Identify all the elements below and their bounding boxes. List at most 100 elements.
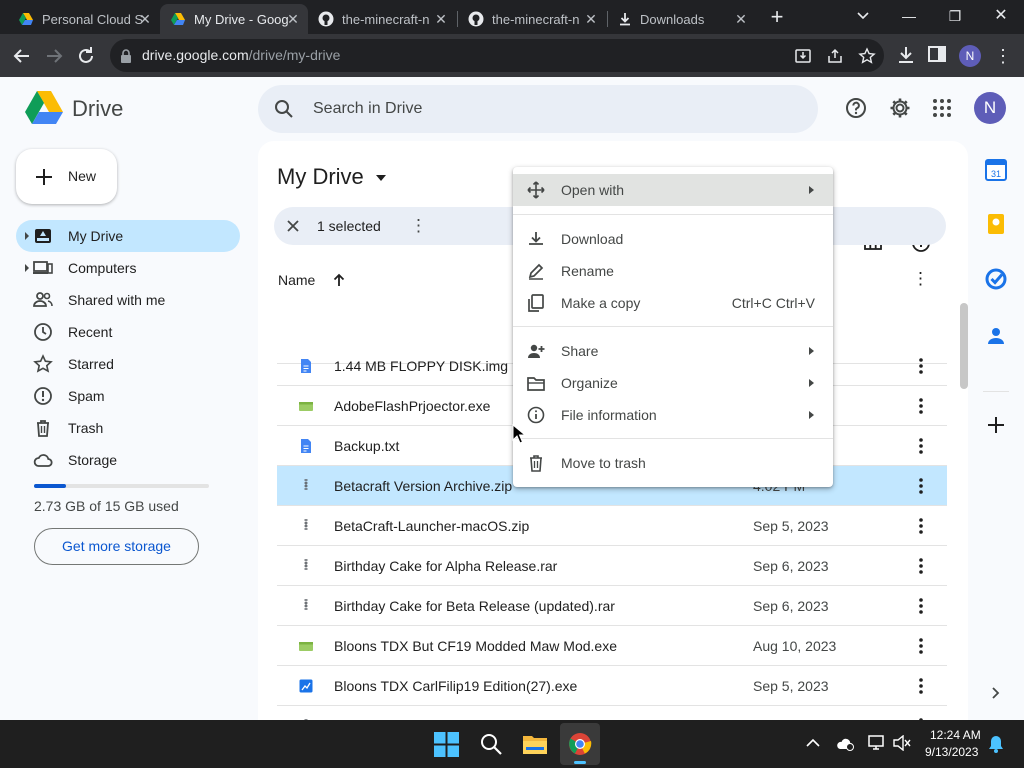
address-bar[interactable]: drive.google.com/drive/my-drive [110, 39, 884, 72]
row-more-actions-icon[interactable] [913, 356, 929, 376]
get-more-storage-button[interactable]: Get more storage [34, 528, 199, 565]
row-more-actions-icon[interactable] [913, 636, 929, 656]
restore-button[interactable]: ❐ [932, 0, 978, 32]
expand-caret-icon[interactable] [25, 232, 29, 240]
table-row[interactable]: Birthday Cake for Beta Release (updated)… [277, 586, 947, 626]
reload-button[interactable] [74, 44, 98, 68]
close-icon[interactable]: ✕ [584, 12, 598, 26]
menu-item-open-with[interactable]: Open with [513, 174, 833, 206]
table-row[interactable]: Bloons TDX CarlFilip19 Edition(27).exe Se… [277, 666, 947, 706]
row-more-actions-icon[interactable] [913, 476, 929, 496]
row-more-actions-icon[interactable] [913, 556, 929, 576]
taskbar-date[interactable]: 9/13/2023 [925, 745, 978, 759]
table-row[interactable]: BetaCraft-Launcher-macOS.zip Sep 5, 2023 [277, 506, 947, 546]
nav-my-drive[interactable]: My Drive [16, 220, 240, 252]
nav-recent[interactable]: Recent [16, 316, 240, 348]
sort-arrow-up-icon[interactable] [333, 273, 345, 287]
profile-avatar[interactable]: N [959, 45, 981, 67]
scrollbar-thumb[interactable] [960, 303, 968, 389]
row-more-actions-icon[interactable] [913, 396, 929, 416]
expand-side-panel-chevron-icon[interactable] [983, 680, 1009, 706]
submenu-arrow-icon [809, 411, 814, 419]
browser-menu-icon[interactable]: ⋮ [994, 45, 1012, 67]
back-button[interactable] [10, 44, 34, 68]
dropdown-caret-icon [375, 175, 386, 182]
open-with-icon [527, 181, 545, 199]
table-row[interactable]: Birthday Cake for Alpha Release.rar Sep 6… [277, 546, 947, 586]
nav-computers[interactable]: Computers [16, 252, 240, 284]
tab-github-2[interactable]: the-minecraft-n ✕ [458, 4, 606, 34]
search-icon[interactable] [274, 99, 294, 119]
row-more-actions-icon[interactable] [913, 516, 929, 536]
name-column-header[interactable]: Name [278, 272, 345, 288]
nav-starred[interactable]: Starred [16, 348, 240, 380]
volume-muted-icon[interactable] [893, 735, 911, 751]
notification-bell-icon[interactable] [988, 735, 1004, 753]
nav-shared-with-me[interactable]: Shared with me [16, 284, 240, 316]
keep-app-icon[interactable] [983, 211, 1009, 237]
tab-search-icon[interactable] [856, 8, 870, 22]
downloads-button[interactable] [895, 44, 919, 68]
network-display-icon[interactable] [868, 734, 886, 752]
side-panel-button[interactable] [927, 44, 951, 68]
expand-caret-icon[interactable] [25, 264, 29, 272]
close-window-button[interactable]: ✕ [978, 0, 1024, 32]
search-input[interactable]: Search in Drive [313, 100, 422, 118]
page-title[interactable]: My Drive [277, 164, 386, 190]
menu-item-file-information[interactable]: File information [513, 399, 833, 431]
help-icon[interactable] [845, 97, 867, 119]
selection-more-actions-icon[interactable]: ⋮ [410, 216, 427, 236]
chrome-taskbar-button[interactable] [560, 723, 600, 765]
file-explorer-icon[interactable] [522, 733, 548, 755]
menu-item-share[interactable]: Share [513, 335, 833, 367]
calendar-app-icon[interactable]: 31 [983, 157, 1009, 183]
table-row[interactable]: Build.zipSep 11, 2023 [277, 706, 947, 720]
menu-item-download[interactable]: Download [513, 223, 833, 255]
menu-item-rename[interactable]: Rename [513, 255, 833, 287]
search-bar[interactable]: Search in Drive [258, 85, 818, 133]
file-name: BetaCraft-Launcher-macOS.zip [334, 518, 530, 534]
tab-github-1[interactable]: the-minecraft-n ✕ [308, 4, 456, 34]
nav-trash[interactable]: Trash [16, 412, 240, 444]
share-page-icon[interactable] [826, 47, 844, 65]
list-more-options-icon[interactable]: ⋮ [912, 269, 929, 289]
tasks-app-icon[interactable] [983, 266, 1009, 292]
tab-personal-cloud[interactable]: Personal Cloud S ✕ [8, 4, 160, 34]
table-row[interactable]: Bloons TDX But CF19 Modded Maw Mod.exe Au… [277, 626, 947, 666]
taskbar-search-icon[interactable] [479, 732, 503, 756]
file-name: Bloons TDX CarlFilip19 Edition(27).exe [334, 678, 578, 694]
row-more-actions-icon[interactable] [913, 676, 929, 696]
onedrive-cloud-icon[interactable] [836, 735, 854, 751]
install-app-icon[interactable] [794, 47, 812, 65]
add-addon-plus-icon[interactable] [983, 412, 1009, 438]
menu-item-move-to-trash[interactable]: Move to trash [513, 447, 833, 479]
minimize-button[interactable]: — [886, 0, 932, 32]
arrow-left-icon [13, 49, 29, 63]
close-icon[interactable]: ✕ [286, 12, 300, 26]
clear-selection-close-icon[interactable] [287, 220, 299, 232]
show-hidden-icons-chevron-up-icon[interactable] [806, 738, 820, 748]
windows-start-icon[interactable] [434, 732, 459, 757]
apps-grid-icon[interactable] [932, 98, 952, 118]
bookmark-star-icon[interactable] [858, 47, 876, 65]
row-more-actions-icon[interactable] [913, 596, 929, 616]
close-icon[interactable]: ✕ [138, 12, 152, 26]
taskbar-time[interactable]: 12:24 AM [930, 728, 981, 742]
new-tab-button[interactable]: + [766, 6, 788, 28]
close-icon[interactable]: ✕ [734, 12, 748, 26]
tab-my-drive[interactable]: My Drive - Goog ✕ [160, 4, 308, 34]
menu-item-make-a-copy[interactable]: Make a copy Ctrl+C Ctrl+V [513, 287, 833, 319]
tab-downloads[interactable]: Downloads ✕ [608, 4, 756, 34]
google-drive-logo-icon[interactable] [25, 90, 63, 124]
row-more-actions-icon[interactable] [913, 436, 929, 456]
nav-storage[interactable]: Storage [16, 444, 240, 476]
account-avatar[interactable]: N [974, 92, 1006, 124]
google-drive-icon [19, 13, 33, 25]
contacts-app-icon[interactable] [983, 323, 1009, 349]
close-icon[interactable]: ✕ [434, 12, 448, 26]
forward-button[interactable] [42, 44, 66, 68]
new-button[interactable]: New [16, 149, 117, 204]
menu-item-organize[interactable]: Organize [513, 367, 833, 399]
nav-spam[interactable]: Spam [16, 380, 240, 412]
settings-gear-icon[interactable] [889, 97, 911, 119]
